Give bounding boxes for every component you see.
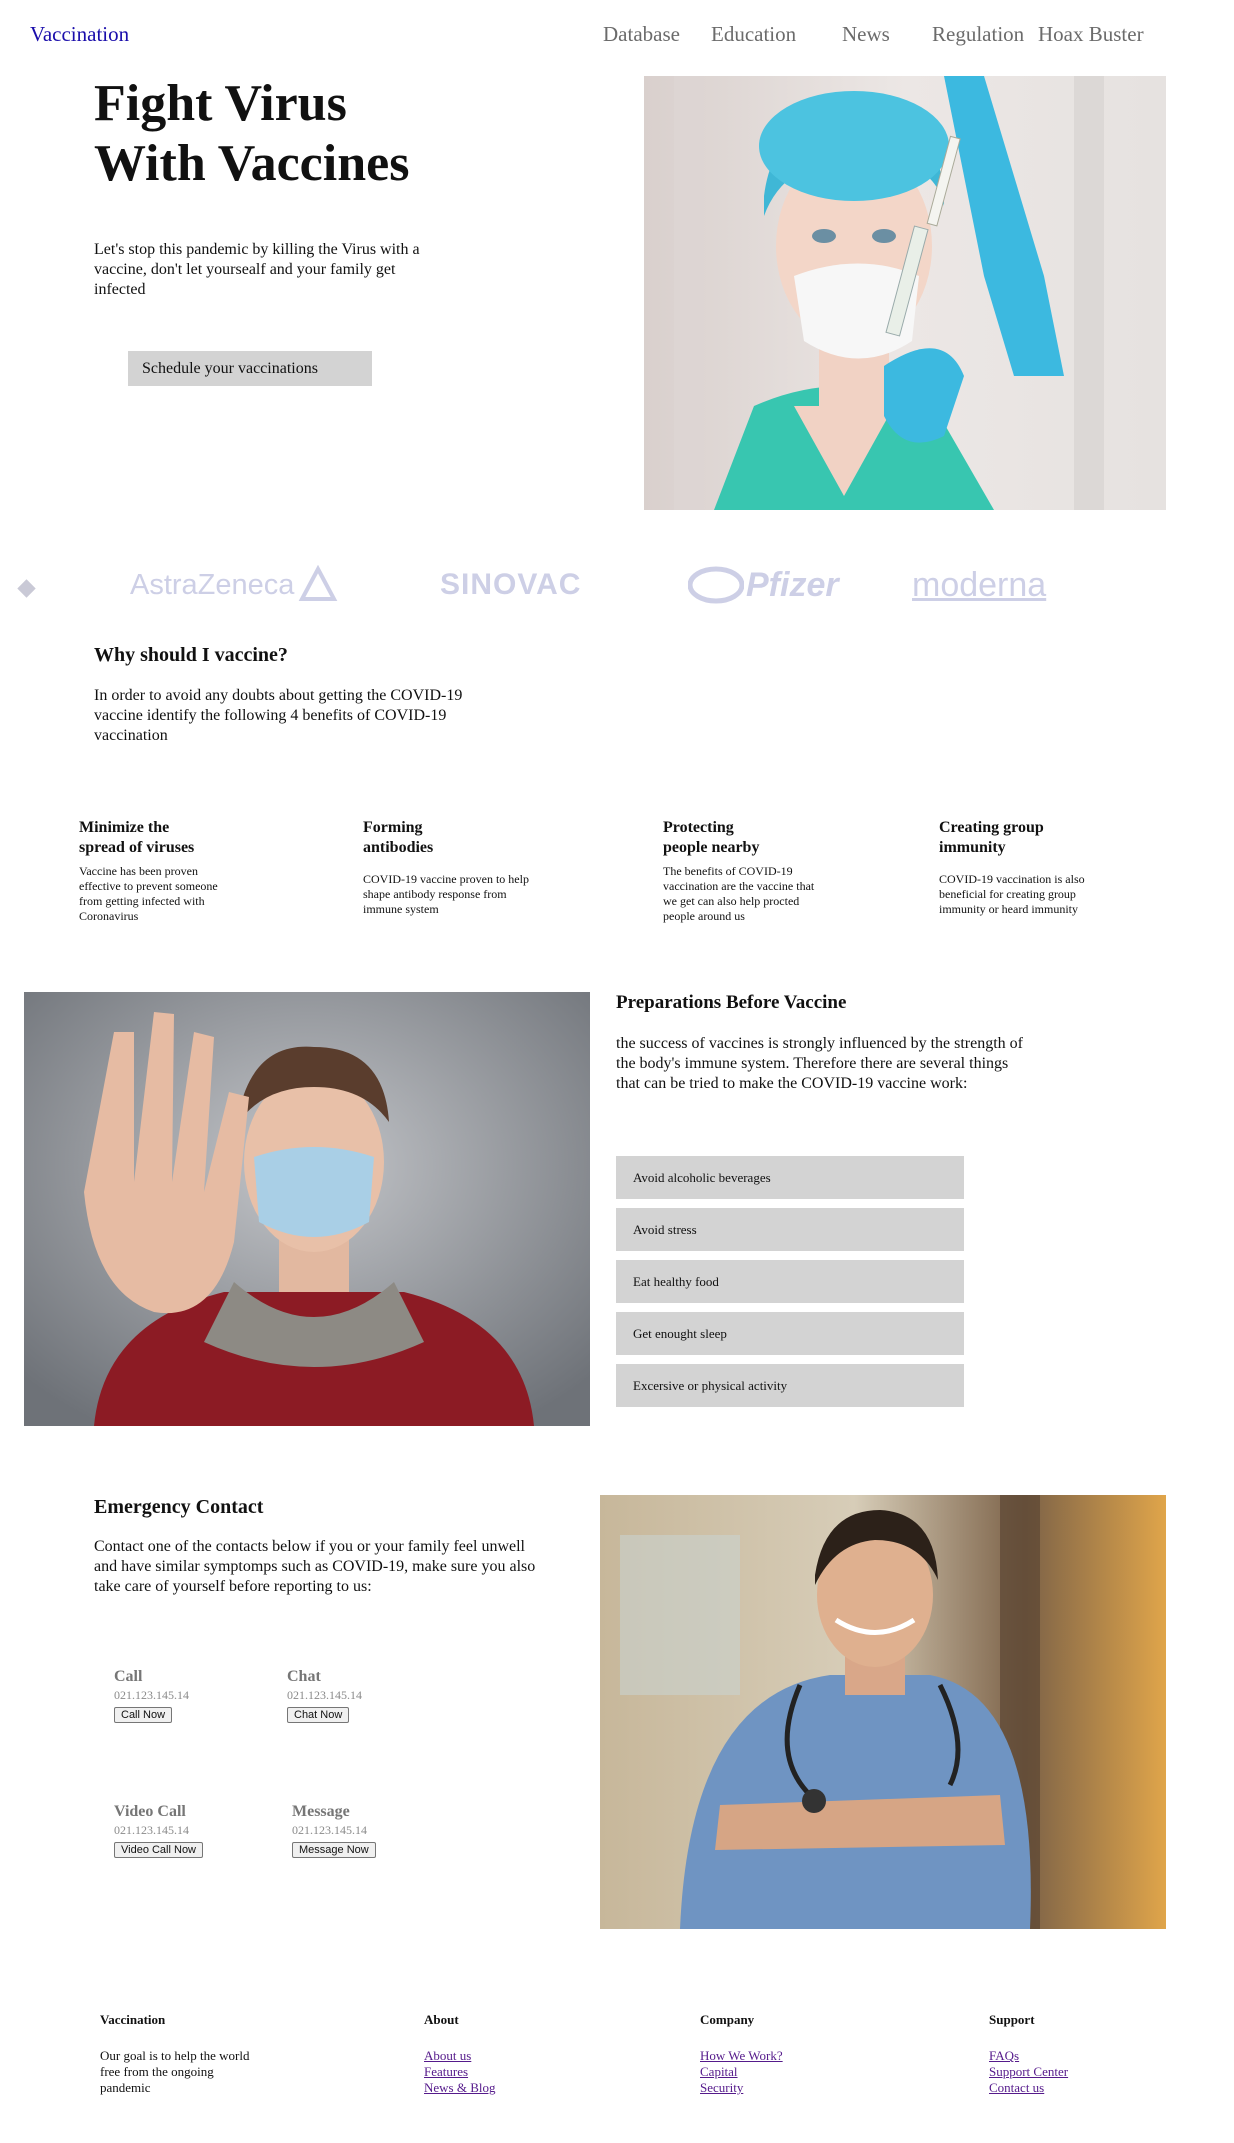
footer-link-about-us[interactable]: About us	[424, 2048, 574, 2064]
brand-link[interactable]: Vaccination	[30, 22, 129, 47]
contact-phone: 021.123.145.14	[287, 1688, 362, 1702]
contact-phone: 021.123.145.14	[292, 1823, 367, 1837]
preparations-title: Preparations Before Vaccine	[616, 992, 847, 1013]
masked-man-stop-gesture-image	[24, 992, 590, 1426]
emergency-description: Contact one of the contacts below if you…	[94, 1538, 536, 1595]
contact-title: Chat	[287, 1668, 321, 1685]
nurse-with-syringe-image	[644, 76, 1166, 510]
benefit-title: Minimize the spread of viruses	[79, 819, 195, 856]
footer-link-security[interactable]: Security	[700, 2080, 850, 2096]
footer-company-title: Company	[700, 2012, 755, 2027]
footer-about-title: About	[424, 2012, 459, 2027]
preparation-item: Eat healthy food	[616, 1260, 964, 1303]
footer-company-column: Company How We Work? Capital Security	[700, 2012, 850, 2096]
contact-call: Call 021.123.145.14 Call Now	[114, 1668, 189, 1723]
footer-link-faqs[interactable]: FAQs	[989, 2048, 1139, 2064]
why-description: In order to avoid any doubts about getti…	[94, 687, 463, 744]
call-now-button[interactable]: Call Now	[114, 1707, 173, 1723]
preparation-item: Avoid alcoholic beverages	[616, 1156, 964, 1199]
moderna-logo: moderna	[912, 565, 1047, 604]
chat-now-button[interactable]: Chat Now	[287, 1707, 350, 1723]
nav-item-news[interactable]: News	[842, 22, 890, 47]
footer-brand-column: Vaccination Our goal is to help the worl…	[100, 2012, 250, 2096]
smiling-doctor-image	[600, 1495, 1166, 1929]
message-now-button[interactable]: Message Now	[292, 1842, 376, 1858]
contact-phone: 021.123.145.14	[114, 1823, 189, 1837]
benefit-card: Protecting people nearby The benefits of …	[663, 818, 823, 924]
footer-brand-title: Vaccination	[100, 2012, 166, 2027]
footer-support-title: Support	[989, 2012, 1035, 2027]
preparation-item: Avoid stress	[616, 1208, 964, 1251]
sinovac-logo: SINOVAC	[440, 568, 582, 601]
footer-link-features[interactable]: Features	[424, 2064, 574, 2080]
benefit-text: COVID-19 vaccination is also beneficial …	[939, 872, 1085, 916]
benefit-title: Protecting people nearby	[663, 819, 760, 856]
logos-prev-icon[interactable]	[17, 579, 36, 598]
footer-link-how-we-work[interactable]: How We Work?	[700, 2048, 850, 2064]
footer-link-contact-us[interactable]: Contact us	[989, 2080, 1139, 2096]
hero-title-line-2: With Vaccines	[94, 135, 410, 192]
hero-title-line-1: Fight Virus	[94, 75, 347, 132]
nav-item-hoax-buster[interactable]: Hoax Buster	[1038, 22, 1144, 47]
footer-support-column: Support FAQs Support Center Contact us	[989, 2012, 1139, 2096]
astrazeneca-logo: AstraZeneca	[130, 560, 380, 610]
nav-item-database[interactable]: Database	[603, 22, 680, 47]
footer-brand-text: Our goal is to help the world free from …	[100, 2048, 250, 2095]
benefit-text: The benefits of COVID-19 vaccination are…	[663, 864, 815, 923]
contact-title: Call	[114, 1668, 143, 1685]
video-call-now-button[interactable]: Video Call Now	[114, 1842, 204, 1858]
contact-phone: 021.123.145.14	[114, 1688, 189, 1702]
nav-item-education[interactable]: Education	[711, 22, 796, 47]
contact-video-call: Video Call 021.123.145.14 Video Call Now	[114, 1803, 204, 1858]
contact-message: Message 021.123.145.14 Message Now	[292, 1803, 376, 1858]
benefit-card: Minimize the spread of viruses Vaccine ha…	[79, 818, 239, 924]
footer-link-support-center[interactable]: Support Center	[989, 2064, 1139, 2080]
hero-title: Fight Virus With Vaccines	[94, 74, 514, 194]
benefit-text: COVID-19 vaccine proven to help shape an…	[363, 872, 529, 916]
why-title: Why should I vaccine?	[94, 644, 288, 666]
nav-item-regulation[interactable]: Regulation	[932, 22, 1024, 47]
preparation-item: Excersive or physical activity	[616, 1364, 964, 1407]
emergency-title: Emergency Contact	[94, 1496, 264, 1518]
contact-chat: Chat 021.123.145.14 Chat Now	[287, 1668, 362, 1723]
contact-title: Message	[292, 1803, 350, 1820]
benefit-title: Forming antibodies	[363, 819, 434, 856]
schedule-vaccination-button[interactable]: Schedule your vaccinations	[128, 351, 372, 386]
preparations-description: the success of vaccines is strongly infl…	[616, 1035, 1023, 1092]
footer-link-capital[interactable]: Capital	[700, 2064, 850, 2080]
benefit-card: Forming antibodies COVID-19 vaccine prove…	[363, 818, 533, 917]
contact-title: Video Call	[114, 1803, 186, 1820]
hero-description: Let's stop this pandemic by killing the …	[94, 241, 420, 298]
preparation-item: Get enought sleep	[616, 1312, 964, 1355]
pfizer-logo: Pfizer	[688, 560, 868, 610]
benefit-title: Creating group immunity	[939, 819, 1044, 856]
benefit-card: Creating group immunity COVID-19 vaccinat…	[939, 818, 1109, 917]
footer-about-column: About About us Features News & Blog	[424, 2012, 574, 2096]
benefit-text: Vaccine has been proven effective to pre…	[79, 864, 218, 923]
footer-link-news-blog[interactable]: News & Blog	[424, 2080, 574, 2096]
